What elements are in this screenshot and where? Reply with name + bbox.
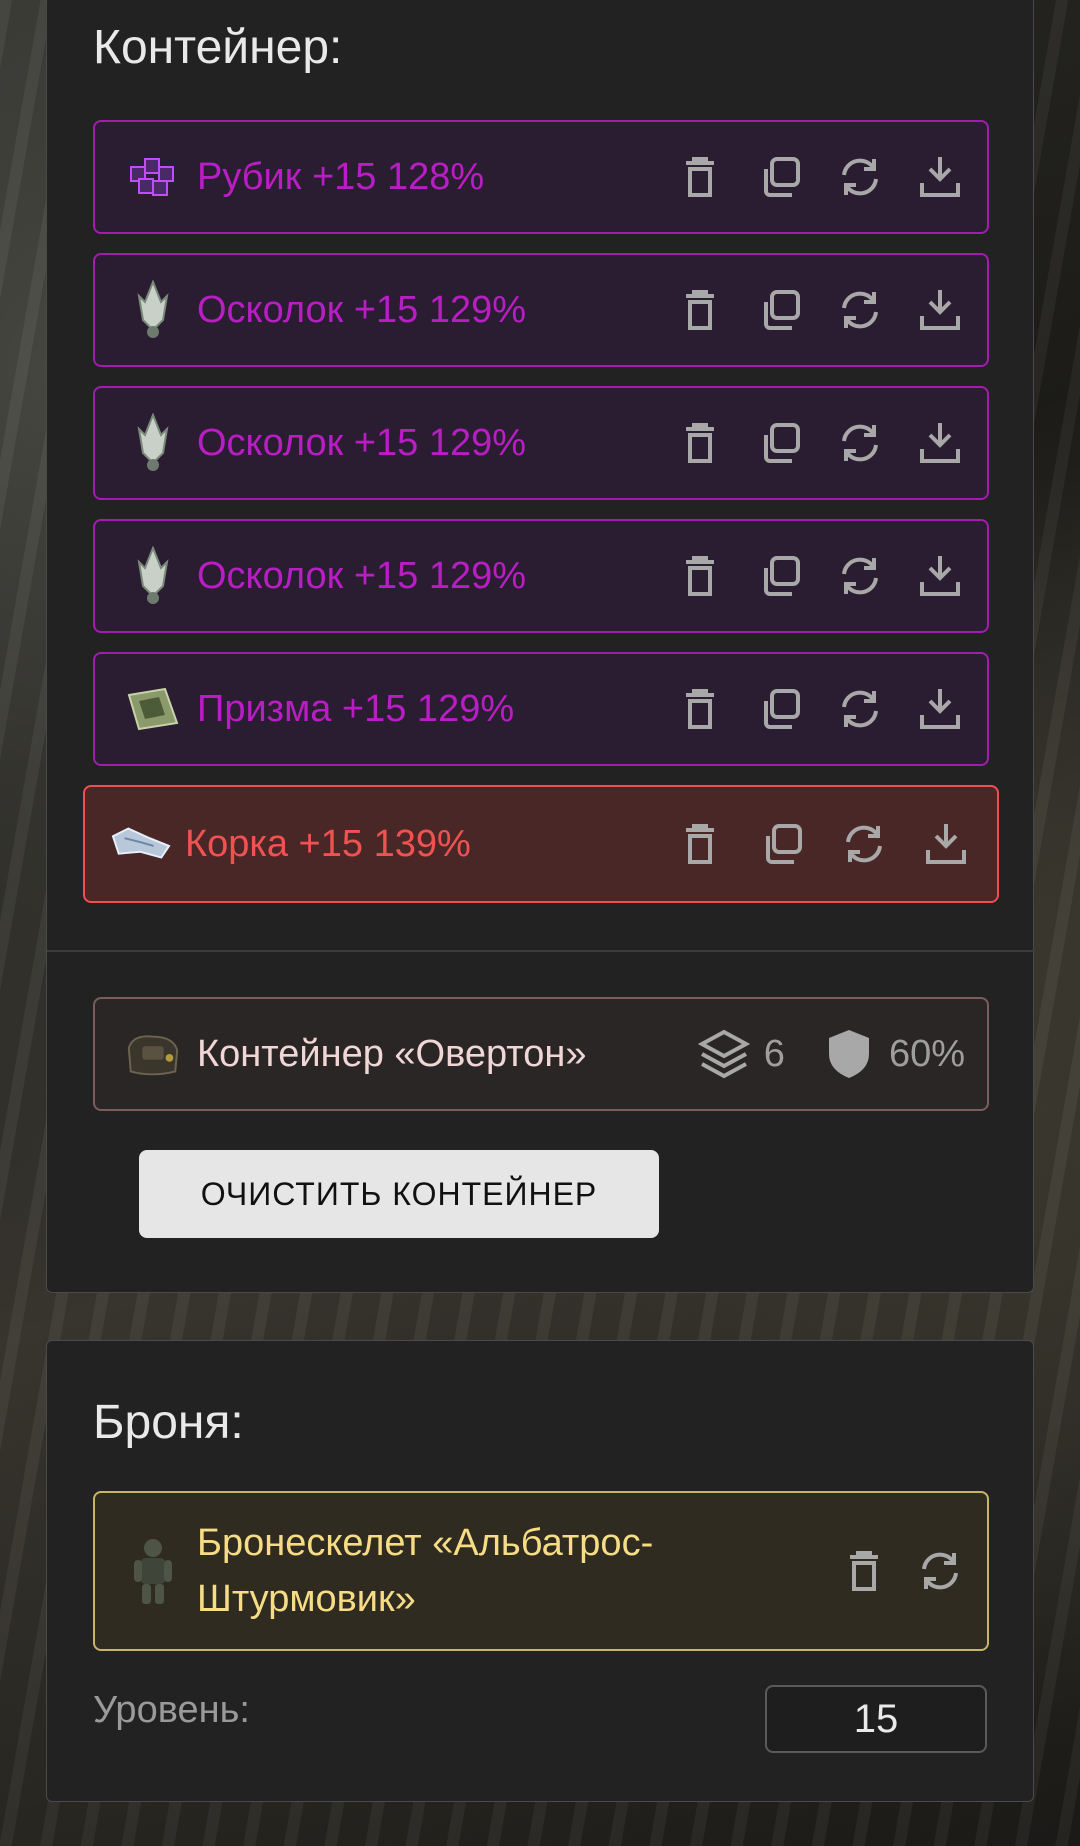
protection-stat: 60%	[821, 1026, 965, 1082]
container-card[interactable]: Контейнер «Овертон» 6 60%	[93, 997, 989, 1111]
container-panel: Контейнер: Рубик +15 128% Осколок +15 12…	[46, 0, 1035, 1293]
artifact-row[interactable]: Призма +15 129%	[93, 652, 989, 766]
slots-count: 6	[763, 1032, 785, 1075]
section-divider	[47, 950, 1035, 952]
level-input[interactable]	[765, 1685, 987, 1753]
artifact-label: Корка +15 139%	[185, 822, 471, 865]
download-icon[interactable]	[915, 418, 965, 468]
refresh-icon[interactable]	[835, 152, 885, 202]
artifact-row[interactable]: Осколок +15 129%	[93, 386, 989, 500]
artifact-label: Осколок +15 129%	[197, 554, 527, 597]
trash-icon[interactable]	[675, 551, 725, 601]
crystal-shard-icon	[123, 413, 183, 473]
level-label: Уровень:	[93, 1689, 250, 1731]
copy-icon[interactable]	[755, 684, 805, 734]
copy-icon[interactable]	[755, 551, 805, 601]
artifact-label: Осколок +15 129%	[197, 421, 527, 464]
crystal-shard-icon	[123, 546, 183, 606]
clear-container-button[interactable]: ОЧИСТИТЬ КОНТЕЙНЕР	[139, 1150, 659, 1238]
prism-artifact-icon	[123, 679, 183, 739]
slots-stat: 6	[696, 1026, 785, 1082]
refresh-icon[interactable]	[915, 1546, 965, 1596]
artifact-row-selected[interactable]: Корка +15 139%	[83, 785, 999, 903]
artifact-label: Осколок +15 129%	[197, 288, 527, 331]
artifact-row[interactable]: Осколок +15 129%	[93, 253, 989, 367]
armor-suit-icon	[123, 1539, 183, 1604]
copy-icon[interactable]	[757, 819, 807, 869]
artifact-row[interactable]: Осколок +15 129%	[93, 519, 989, 633]
crystal-shard-icon	[123, 280, 183, 340]
artifact-label: Рубик +15 128%	[197, 155, 485, 198]
copy-icon[interactable]	[755, 285, 805, 335]
trash-icon[interactable]	[675, 684, 725, 734]
download-icon[interactable]	[921, 819, 971, 869]
copy-icon[interactable]	[755, 152, 805, 202]
artifact-label: Призма +15 129%	[197, 687, 515, 730]
download-icon[interactable]	[915, 551, 965, 601]
layers-icon	[697, 1029, 750, 1079]
protection-value: 60%	[888, 1032, 965, 1075]
download-icon[interactable]	[915, 285, 965, 335]
trash-icon[interactable]	[675, 285, 725, 335]
trash-icon[interactable]	[675, 418, 725, 468]
trash-icon[interactable]	[675, 152, 725, 202]
artifact-row[interactable]: Рубик +15 128%	[93, 120, 989, 234]
download-icon[interactable]	[915, 684, 965, 734]
refresh-icon[interactable]	[835, 684, 885, 734]
container-section-title: Контейнер:	[93, 21, 343, 74]
armor-panel: Броня: Бронескелет «Альбатрос-Штурмовик»…	[46, 1340, 1034, 1802]
armor-row[interactable]: Бронескелет «Альбатрос-Штурмовик»	[93, 1491, 989, 1651]
download-icon[interactable]	[915, 152, 965, 202]
shield-icon	[828, 1030, 869, 1078]
container-bag-icon	[123, 1024, 183, 1084]
container-name: Контейнер «Овертон»	[197, 1032, 587, 1075]
crust-artifact-icon	[111, 814, 171, 874]
refresh-icon[interactable]	[835, 285, 885, 335]
trash-icon[interactable]	[675, 819, 725, 869]
refresh-icon[interactable]	[835, 418, 885, 468]
cube-artifact-icon	[123, 147, 183, 207]
trash-icon[interactable]	[839, 1546, 889, 1596]
armor-section-title: Броня:	[93, 1396, 244, 1449]
refresh-icon[interactable]	[839, 819, 889, 869]
armor-name: Бронескелет «Альбатрос-Штурмовик»	[197, 1522, 654, 1620]
copy-icon[interactable]	[755, 418, 805, 468]
refresh-icon[interactable]	[835, 551, 885, 601]
